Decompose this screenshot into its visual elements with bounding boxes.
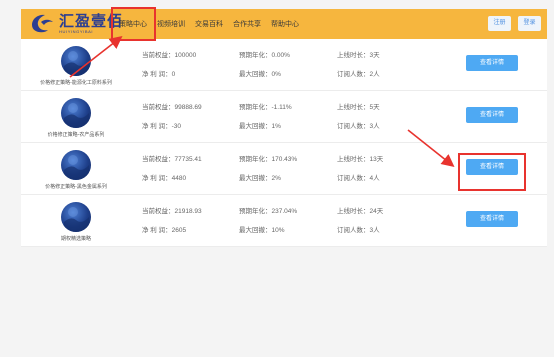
arrow-to-nav (69, 36, 123, 78)
annotation-arrows (69, 36, 455, 167)
arrow-to-detail (407, 129, 455, 167)
